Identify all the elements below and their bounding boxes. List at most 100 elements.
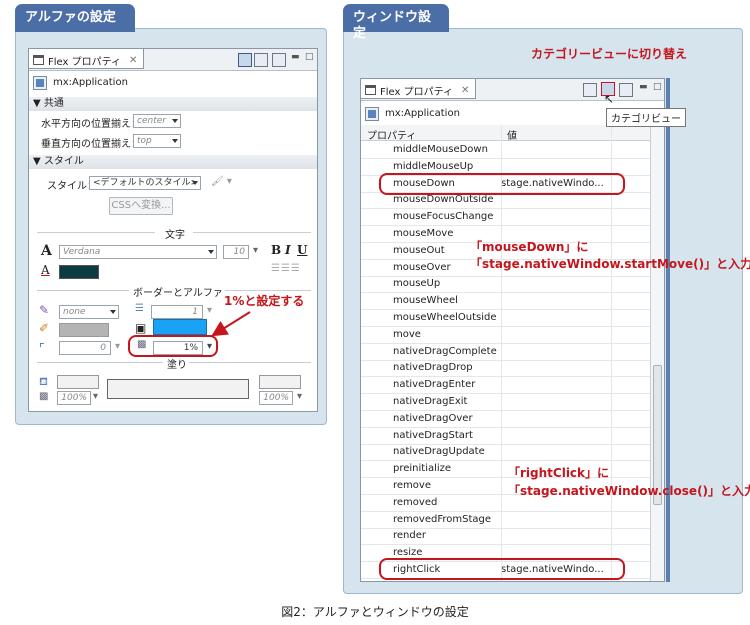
v-align-value: top xyxy=(137,136,152,146)
table-row[interactable]: removedFromStage xyxy=(361,512,650,529)
css-convert-button[interactable]: CSSへ変換... xyxy=(109,197,173,215)
corner-radius-icon: ⌜ xyxy=(39,341,45,355)
text-divider xyxy=(193,232,311,233)
table-row[interactable]: nativeDragStart xyxy=(361,428,650,445)
fill-right-arrow-icon[interactable]: ▾ xyxy=(297,391,302,402)
application-icon xyxy=(365,107,379,121)
chevron-down-icon xyxy=(192,181,198,185)
corner-radius-input[interactable]: 0 xyxy=(59,341,111,355)
h-align-select[interactable]: center xyxy=(133,114,181,128)
style-section-header[interactable]: ▼ スタイル xyxy=(29,155,317,169)
font-size-arrow-icon[interactable]: ▾ xyxy=(253,245,258,256)
style-select[interactable]: <デフォルトのスタイル> xyxy=(89,176,201,190)
property-name: mouseMove xyxy=(393,228,454,239)
style-header-label: スタイル xyxy=(43,156,84,167)
bg-color-swatch[interactable] xyxy=(153,319,207,335)
property-rows: middleMouseDown middleMouseUp mouseDown sta… xyxy=(361,142,650,582)
close-icon[interactable]: ✕ xyxy=(461,85,469,96)
property-name: nativeDragOver xyxy=(393,412,473,424)
table-row[interactable]: middleMouseDown xyxy=(361,142,650,159)
table-row[interactable]: nativeDragOver xyxy=(361,411,650,428)
figure-caption: 図2：アルファとウィンドウの設定 xyxy=(281,605,469,619)
left-section-title: アルファの設定 xyxy=(15,4,135,32)
text-divider xyxy=(37,232,155,233)
border-divider xyxy=(37,290,129,291)
vertical-scrollbar[interactable] xyxy=(650,125,664,581)
property-name: nativeDragExit xyxy=(393,396,468,407)
list-view-button[interactable] xyxy=(254,53,268,67)
style-paint-icon[interactable]: 🖌 ▾ xyxy=(211,176,232,187)
style-value: <デフォルトのスタイル> xyxy=(93,178,199,188)
property-name: mouseOut xyxy=(393,244,445,256)
close-icon[interactable]: ✕ xyxy=(129,55,137,66)
alpha-view-button[interactable] xyxy=(619,83,633,97)
font-size-value: 10 xyxy=(233,247,245,257)
alpha-view-button[interactable] xyxy=(272,53,286,67)
category-view-button[interactable] xyxy=(238,53,252,67)
v-align-label: 垂直方向の位置揃え： xyxy=(41,139,141,150)
chevron-down-icon xyxy=(208,250,214,254)
align-buttons-icon[interactable]: ☰☰☰ xyxy=(271,263,301,274)
table-row[interactable]: nativeDragEnter xyxy=(361,377,650,395)
font-size-select[interactable]: 10 xyxy=(223,245,249,259)
property-name: nativeDragComplete xyxy=(393,345,497,357)
thickness-arrow-icon[interactable]: ▾ xyxy=(207,305,212,316)
property-name: mouseUp xyxy=(393,278,441,290)
table-row[interactable]: render xyxy=(361,528,650,546)
grid-header: プロパティ 値 xyxy=(361,125,650,142)
property-name: middleMouseDown xyxy=(393,144,488,155)
corner-radius-value: 0 xyxy=(100,343,106,353)
property-name: nativeDragStart xyxy=(393,429,473,441)
fill-divider xyxy=(37,362,163,363)
fill-left-alpha[interactable]: 100% xyxy=(57,391,91,405)
fill-left-arrow-icon[interactable]: ▾ xyxy=(93,391,98,402)
maximize-icon[interactable]: □ xyxy=(653,83,663,93)
radius-arrow-icon[interactable]: ▾ xyxy=(115,341,120,352)
v-align-select[interactable]: top xyxy=(133,134,181,148)
fill-right-alpha[interactable]: 100% xyxy=(259,391,293,405)
property-name: remove xyxy=(393,480,431,491)
property-name: preinitialize xyxy=(393,463,452,475)
mouse-cursor-icon: ↖ xyxy=(604,92,615,106)
italic-button[interactable]: I xyxy=(285,243,291,257)
bg-color-icon: ▣ xyxy=(135,321,147,335)
minimize-icon[interactable]: ▬ xyxy=(639,83,649,93)
fill-right-swatch[interactable] xyxy=(259,375,301,389)
table-row[interactable]: move xyxy=(361,327,650,344)
fill-left-swatch[interactable] xyxy=(57,375,99,389)
col-value-header[interactable]: 値 xyxy=(507,127,517,142)
maximize-icon[interactable]: □ xyxy=(305,53,315,63)
col-property-header[interactable]: プロパティ xyxy=(367,127,416,142)
bold-button[interactable]: B xyxy=(271,243,281,257)
list-view-button[interactable] xyxy=(583,83,597,97)
property-name: removedFromStage xyxy=(393,513,491,525)
minimize-icon[interactable]: ▬ xyxy=(291,53,301,63)
chevron-down-icon xyxy=(172,139,178,143)
border-color-swatch[interactable] xyxy=(59,323,109,337)
category-view-tooltip: カテゴリビュー xyxy=(606,108,686,127)
border-style-select[interactable]: none xyxy=(59,305,119,319)
property-name: mouseFocusChange xyxy=(393,211,494,223)
border-section-label: ボーダーとアルファ xyxy=(133,288,223,299)
table-row[interactable]: mouseWheelOutside xyxy=(361,310,650,327)
common-section-header[interactable]: ▼ 共通 xyxy=(29,97,317,111)
h-align-value: center xyxy=(137,116,166,126)
table-row[interactable]: nativeDragExit xyxy=(361,394,650,411)
table-row[interactable]: nativeDragUpdate xyxy=(361,444,650,462)
font-select[interactable]: Verdana xyxy=(59,245,217,259)
left-panel-tab-label: Flex プロパティ xyxy=(48,56,122,68)
border-thickness-input[interactable]: 1 xyxy=(151,305,203,319)
property-name: render xyxy=(393,530,426,542)
table-row[interactable]: mouseFocusChange xyxy=(361,209,650,227)
alpha-annotation: 1%と設定する xyxy=(224,294,305,308)
table-row[interactable]: nativeDragComplete xyxy=(361,344,650,361)
right-app-name: mx:Application xyxy=(385,108,460,119)
text-color-swatch[interactable] xyxy=(59,265,99,279)
underline-button[interactable]: U xyxy=(297,243,307,257)
table-row[interactable]: mouseUp xyxy=(361,276,650,294)
table-row[interactable]: mouseWheel xyxy=(361,293,650,311)
table-row[interactable]: nativeDragDrop xyxy=(361,360,650,378)
left-panel-tab[interactable]: Flex プロパティ ✕ xyxy=(29,49,145,69)
mousedown-annotation-1: 「mouseDown」に xyxy=(470,240,589,254)
right-panel-tab[interactable]: Flex プロパティ ✕ xyxy=(361,79,477,99)
